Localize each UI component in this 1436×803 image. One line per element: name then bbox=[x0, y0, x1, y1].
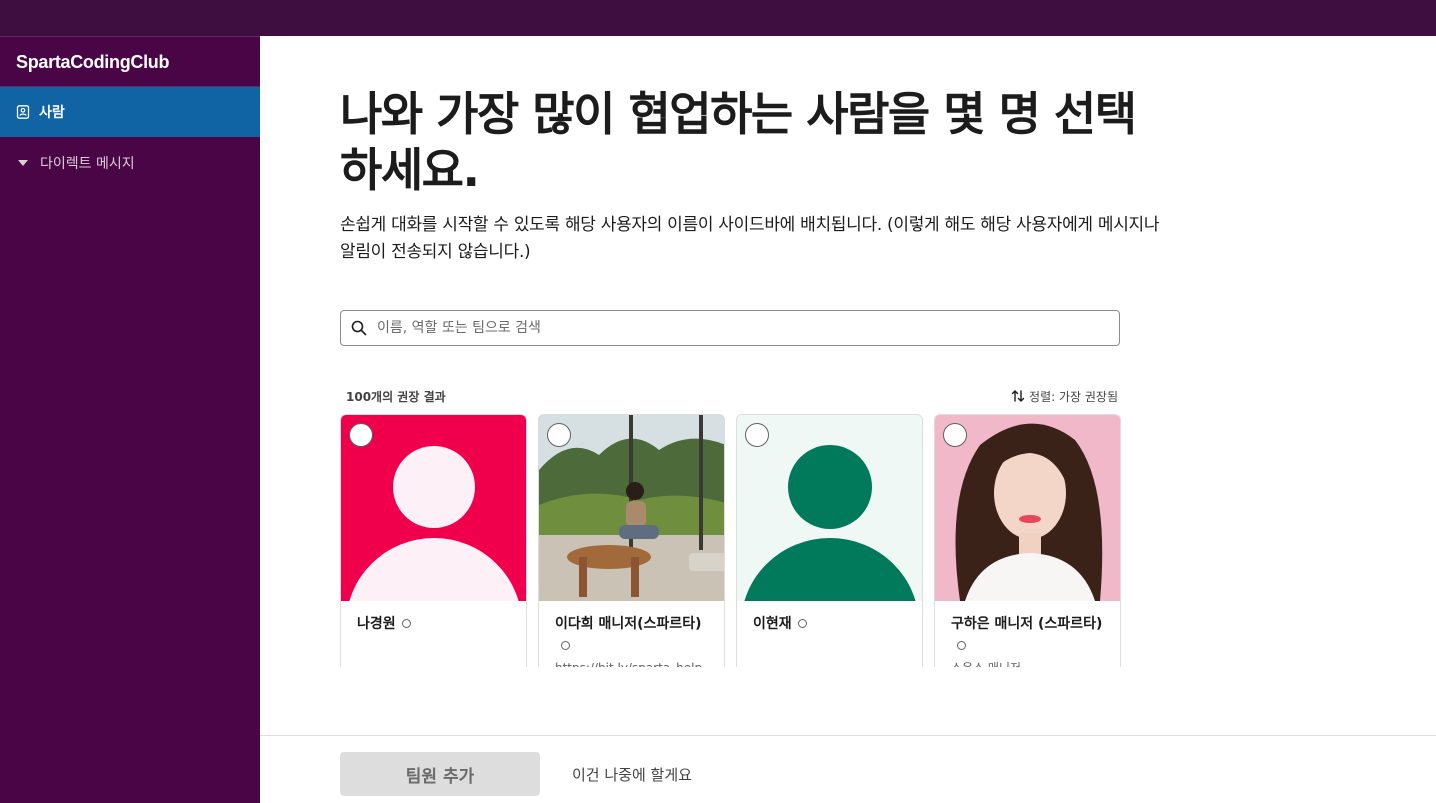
sidebar-item-label: 사람 bbox=[39, 105, 65, 121]
main-content: 나와 가장 많이 협업하는 사람을 몇 명 선택하세요. 손쉽게 대화를 시작할… bbox=[260, 36, 1436, 735]
person-name: 이현재 bbox=[737, 601, 922, 635]
person-name-text: 이다희 매니저(스파르타) bbox=[555, 616, 702, 632]
sidebar-section-label: 다이렉트 메시지 bbox=[40, 156, 135, 172]
status-away-icon bbox=[957, 640, 966, 650]
skip-link[interactable]: 이건 나중에 할게요 bbox=[572, 764, 692, 785]
status-away-icon bbox=[797, 618, 807, 628]
profile-photo bbox=[539, 415, 724, 601]
person-card[interactable]: 이현재 bbox=[736, 414, 923, 667]
caret-down-icon bbox=[18, 160, 28, 166]
person-card[interactable]: 나경원 bbox=[340, 414, 527, 667]
default-avatar bbox=[737, 415, 922, 601]
top-bar bbox=[0, 0, 1436, 36]
page-description: 손쉽게 대화를 시작할 수 있도록 해당 사용자의 이름이 사이드바에 배치됩니… bbox=[340, 215, 1160, 262]
workspace-name[interactable]: SpartaCodingClub bbox=[0, 37, 260, 87]
footer-bar: 팀원 추가 이건 나중에 할게요 bbox=[260, 735, 1436, 803]
status-away-icon bbox=[401, 618, 411, 628]
person-name: 이다희 매니저(스파르타) bbox=[539, 601, 724, 657]
person-name-text: 이현재 bbox=[753, 616, 792, 632]
contacts-icon bbox=[16, 105, 30, 119]
person-title: https://bit.ly/sparta_help bbox=[539, 659, 724, 667]
sidebar-item-people[interactable]: 사람 bbox=[0, 87, 260, 137]
person-name: 나경원 bbox=[341, 601, 526, 635]
results-count: 100개의 권장 결과 bbox=[346, 389, 446, 404]
sort-icon bbox=[1011, 390, 1025, 402]
person-card[interactable]: 이다희 매니저(스파르타) https://bit.ly/sparta_help bbox=[538, 414, 725, 667]
select-radio[interactable] bbox=[547, 423, 571, 447]
profile-photo bbox=[935, 415, 1120, 601]
search-icon bbox=[351, 320, 367, 336]
sidebar-section-direct-messages[interactable]: 다이렉트 메시지 bbox=[0, 137, 260, 189]
select-radio[interactable] bbox=[349, 423, 373, 447]
person-name-text: 구하은 매니저 (스파르타) bbox=[951, 616, 1103, 632]
select-radio[interactable] bbox=[745, 423, 769, 447]
select-radio[interactable] bbox=[943, 423, 967, 447]
sidebar: SpartaCodingClub 사람 다이렉트 메시지 bbox=[0, 36, 260, 803]
person-title: 스온스 매니저 bbox=[935, 659, 1120, 667]
search-box[interactable] bbox=[340, 310, 1120, 346]
search-input[interactable] bbox=[377, 320, 1119, 336]
results-header: 100개의 권장 결과 정렬: 가장 권장됨 bbox=[346, 387, 1118, 405]
person-name-text: 나경원 bbox=[357, 616, 396, 632]
status-away-icon bbox=[561, 640, 570, 650]
add-members-button[interactable]: 팀원 추가 bbox=[340, 752, 540, 796]
page-title: 나와 가장 많이 협업하는 사람을 몇 명 선택하세요. bbox=[340, 87, 1137, 197]
people-list: 나경원 이다희 매니저(스파르타) 이현재 구하은 매니저 (스파르타) bbox=[340, 414, 1130, 667]
person-card[interactable]: 구하은 매니저 (스파르타) 스온스 매니저 bbox=[934, 414, 1121, 667]
sort-button[interactable]: 정렬: 가장 권장됨 bbox=[1011, 388, 1118, 405]
sort-label: 정렬: 가장 권장됨 bbox=[1029, 389, 1118, 404]
default-avatar bbox=[341, 415, 526, 601]
person-name: 구하은 매니저 (스파르타) bbox=[935, 601, 1120, 657]
